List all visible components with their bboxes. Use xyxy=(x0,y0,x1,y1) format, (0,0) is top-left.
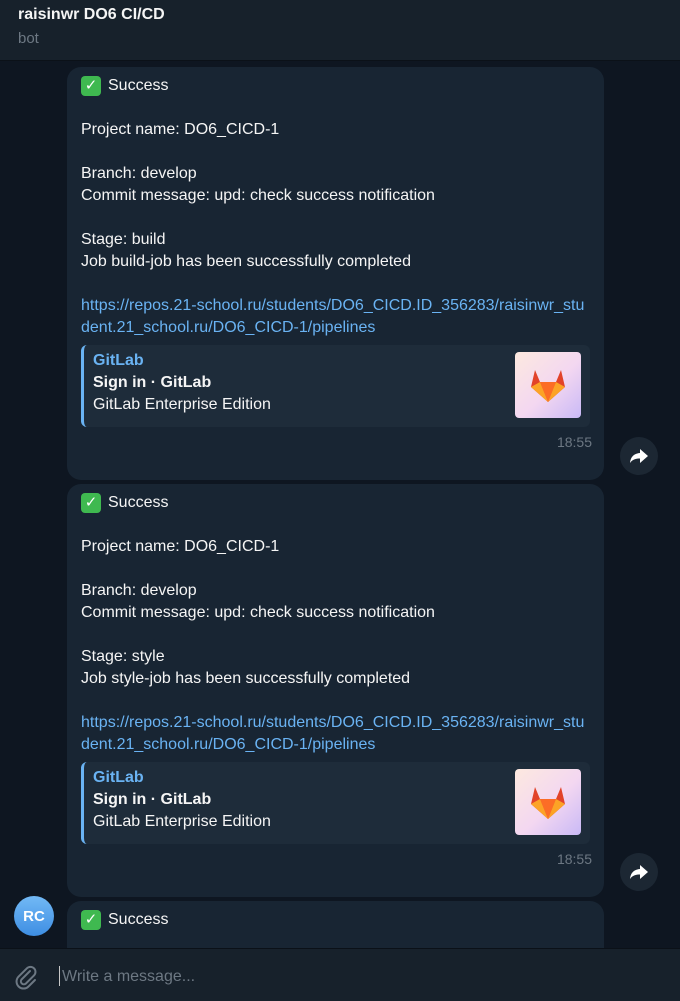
message-bubble[interactable]: ✓ Success Project name: DO6_CICD-1 Branc… xyxy=(67,67,604,480)
stage: Stage: build xyxy=(81,231,166,248)
avatar[interactable]: RC xyxy=(14,896,54,936)
message-time: 18:55 xyxy=(556,851,592,867)
project-name: Project name: DO6_CICD-1 xyxy=(81,538,280,555)
status-text: Success xyxy=(108,77,169,94)
pipeline-link[interactable]: https://repos.21-school.ru/students/DO6_… xyxy=(81,712,590,756)
message-composer xyxy=(0,948,680,1001)
gitlab-logo-icon[interactable] xyxy=(515,769,581,835)
message-bubble[interactable]: ✓ Success xyxy=(67,901,604,948)
status-line: ✓ Success xyxy=(81,75,590,97)
branch: Branch: develop xyxy=(81,582,197,599)
text-cursor xyxy=(59,966,60,986)
check-mark-icon: ✓ xyxy=(81,493,101,513)
check-mark-icon: ✓ xyxy=(81,910,101,930)
check-mark-icon: ✓ xyxy=(81,76,101,96)
commit-message: Commit message: upd: check success notif… xyxy=(81,604,435,621)
project-name: Project name: DO6_CICD-1 xyxy=(81,121,280,138)
chat-header[interactable]: raisinwr DO6 CI/CD bot xyxy=(0,0,680,61)
share-arrow-icon[interactable] xyxy=(620,853,658,891)
job-status: Job style-job has been successfully comp… xyxy=(81,670,411,687)
pipeline-link[interactable]: https://repos.21-school.ru/students/DO6_… xyxy=(81,295,590,339)
share-arrow-icon[interactable] xyxy=(620,437,658,475)
commit-message: Commit message: upd: check success notif… xyxy=(81,187,435,204)
chat-title[interactable]: raisinwr DO6 CI/CD xyxy=(18,6,165,24)
status-line: ✓ Success xyxy=(81,909,590,931)
gitlab-logo-icon[interactable] xyxy=(515,352,581,418)
link-preview[interactable]: GitLab Sign in · GitLab GitLab Enterpris… xyxy=(81,345,590,427)
chat-subtitle: bot xyxy=(18,30,39,47)
status-line: ✓ Success xyxy=(81,492,590,514)
message-bubble[interactable]: ✓ Success Project name: DO6_CICD-1 Branc… xyxy=(67,484,604,897)
status-text: Success xyxy=(108,494,169,511)
message-time: 18:55 xyxy=(556,434,592,450)
status-text: Success xyxy=(108,911,169,928)
paperclip-icon[interactable] xyxy=(12,963,40,991)
message-list[interactable]: ✓ Success Project name: DO6_CICD-1 Branc… xyxy=(0,61,680,948)
message-input[interactable] xyxy=(60,964,624,990)
branch: Branch: develop xyxy=(81,165,197,182)
stage: Stage: style xyxy=(81,648,165,665)
job-status: Job build-job has been successfully comp… xyxy=(81,253,411,270)
link-preview[interactable]: GitLab Sign in · GitLab GitLab Enterpris… xyxy=(81,762,590,844)
